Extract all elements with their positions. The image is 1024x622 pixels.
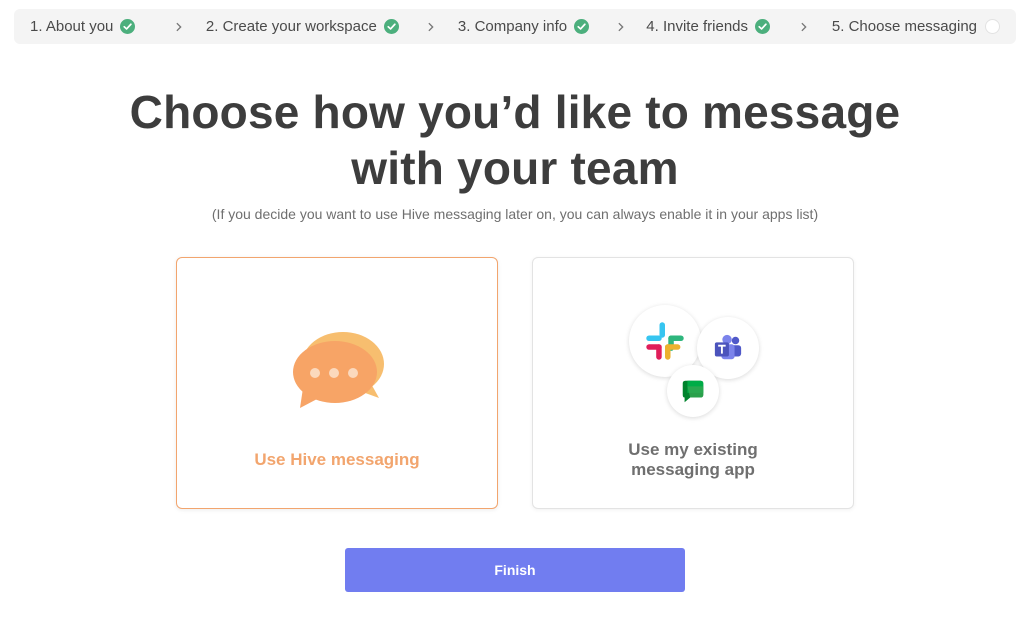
slack-icon — [646, 322, 684, 360]
step-label: 3. Company info — [457, 18, 568, 35]
step-about-you[interactable]: 1. About you — [30, 18, 136, 35]
title-line-2: with your team — [351, 142, 679, 194]
pending-circle-icon — [985, 19, 1001, 34]
google-chat-icon — [682, 380, 704, 403]
option-existing-app[interactable]: Use my existing messaging app — [532, 257, 854, 509]
step-label: 4. Invite friends — [646, 18, 748, 35]
step-create-workspace[interactable]: 2. Create your workspace — [206, 18, 399, 35]
check-circle-icon — [755, 19, 770, 34]
page-subtitle: (If you decide you want to use Hive mess… — [211, 206, 819, 222]
step-label: 5. Choose messaging — [831, 18, 978, 35]
chevron-right-icon — [427, 22, 434, 31]
progress-stepper: 1. About you 2. Create your workspace 3.… — [14, 9, 1016, 44]
check-circle-icon — [383, 19, 399, 34]
step-choose-messaging[interactable]: 5. Choose messaging — [831, 18, 1001, 35]
option-label-line-1: Use my existing — [628, 440, 758, 459]
step-label: 1. About you — [30, 18, 114, 35]
check-circle-icon — [120, 19, 136, 34]
chevron-right-icon — [618, 22, 624, 31]
page-title: Choose how you’d like to message with yo… — [0, 84, 1024, 196]
option-label: Use my existing messaging app — [533, 440, 853, 480]
finish-button[interactable]: Finish — [345, 548, 685, 592]
check-circle-icon — [574, 19, 590, 34]
option-hive-messaging[interactable]: Use Hive messaging — [176, 257, 498, 509]
step-invite-friends[interactable]: 4. Invite friends — [646, 18, 770, 35]
google-chat-circle — [667, 365, 719, 417]
chevron-right-icon — [175, 22, 182, 31]
title-line-1: Choose how you’d like to message — [129, 86, 901, 138]
chat-bubbles-icon — [293, 332, 384, 408]
chevron-right-icon — [800, 22, 807, 31]
step-company-info[interactable]: 3. Company info — [457, 18, 590, 35]
teams-icon — [714, 334, 742, 360]
option-label-line-2: messaging app — [631, 460, 755, 479]
step-label: 2. Create your workspace — [205, 18, 377, 35]
option-label: Use Hive messaging — [254, 450, 420, 469]
